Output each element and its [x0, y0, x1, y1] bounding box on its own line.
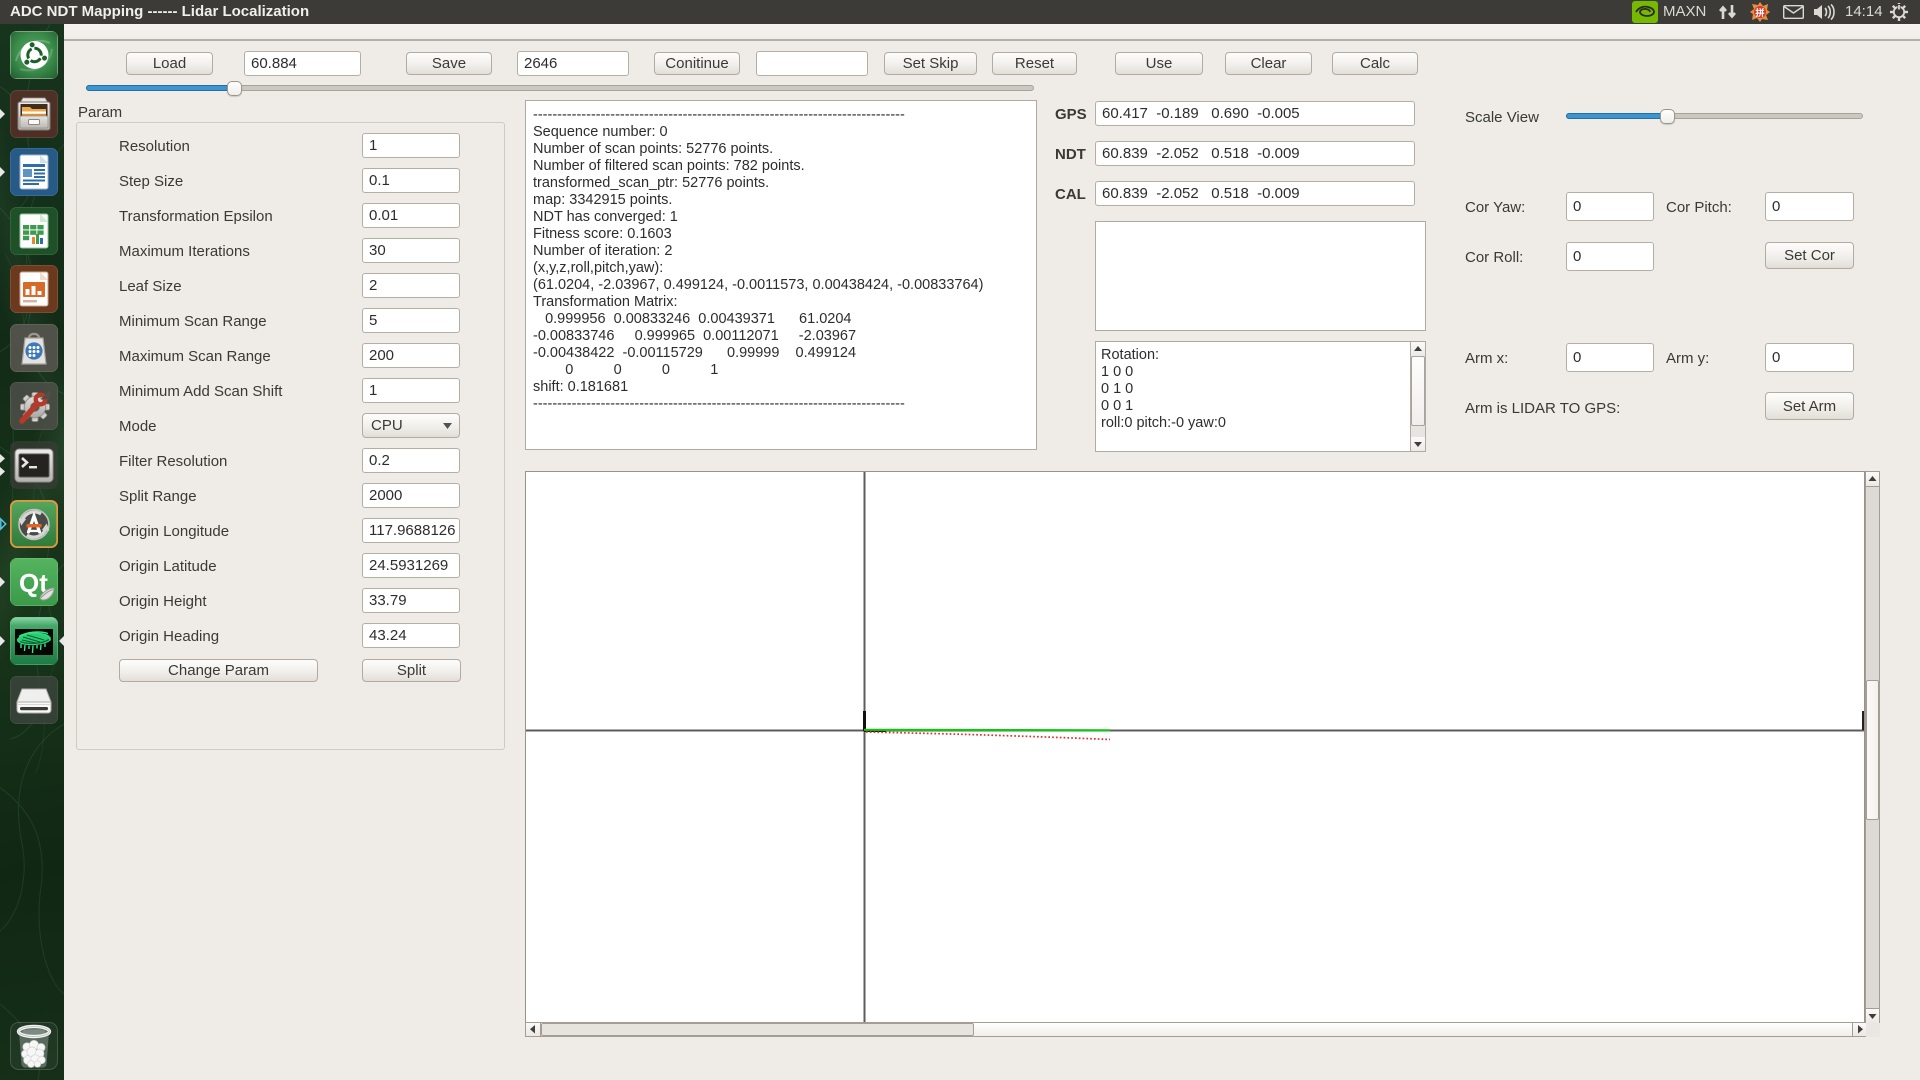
svg-text:拼: 拼	[1755, 7, 1764, 18]
